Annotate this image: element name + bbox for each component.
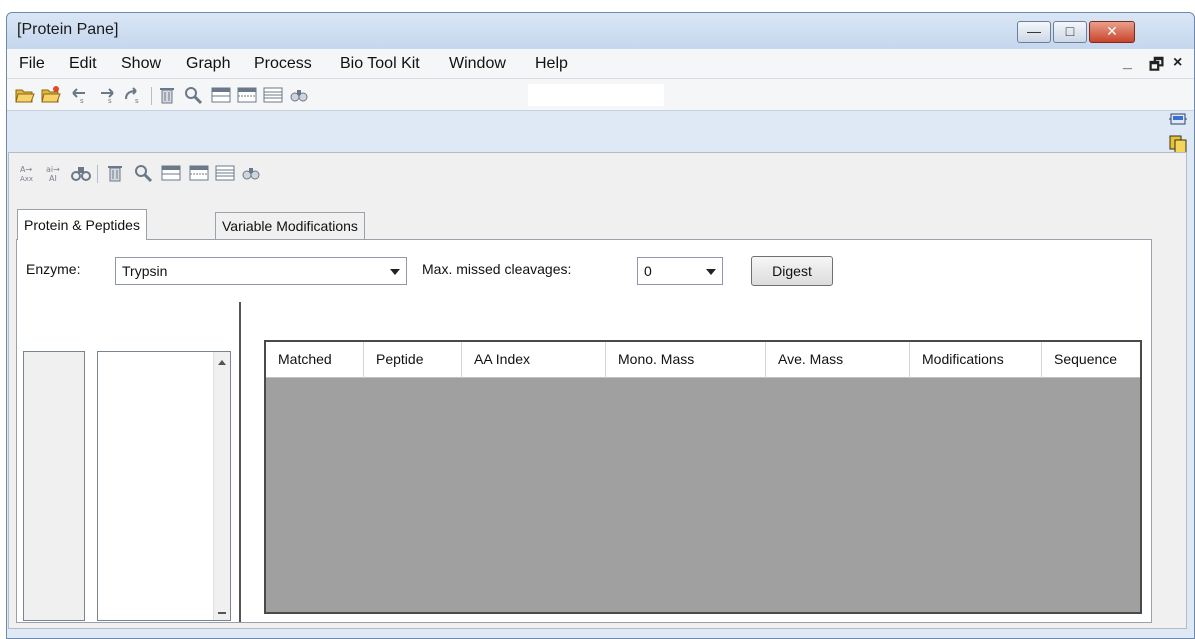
col-matched[interactable]: Matched: [266, 342, 364, 378]
protein-index-list[interactable]: [23, 351, 85, 621]
splitter[interactable]: [239, 302, 241, 622]
enzyme-value: Trypsin: [122, 263, 168, 279]
chevron-down-icon: [390, 269, 400, 275]
scroll-up-icon[interactable]: [217, 358, 227, 366]
col-peptide[interactable]: Peptide: [364, 342, 462, 378]
table-icon[interactable]: [161, 163, 181, 183]
menu-graph[interactable]: Graph: [186, 55, 230, 73]
peptide-grid[interactable]: Matched Peptide AA Index Mono. Mass Ave.…: [264, 340, 1142, 614]
grid-header: Matched Peptide AA Index Mono. Mass Ave.…: [266, 342, 1140, 378]
table-icon[interactable]: [211, 85, 231, 105]
binoculars-icon[interactable]: [289, 85, 309, 105]
table-lines-icon[interactable]: [263, 85, 283, 105]
mdi-minimize-icon[interactable]: _: [1123, 54, 1132, 72]
svg-text:s: s: [108, 97, 112, 105]
properties-icon[interactable]: [1167, 109, 1189, 131]
menu-file[interactable]: File: [19, 55, 45, 73]
svg-text:s: s: [135, 97, 139, 105]
toolbar-separator: [151, 87, 152, 105]
svg-text:s: s: [80, 97, 84, 105]
toolbar-search-input[interactable]: [527, 83, 665, 107]
open-folder-icon[interactable]: [15, 85, 35, 105]
svg-text:A→: A→: [20, 165, 32, 174]
redo-all-icon[interactable]: s: [123, 85, 143, 105]
toolbar-separator: [97, 165, 98, 183]
open-folder-star-icon[interactable]: [41, 85, 61, 105]
table-lines-icon[interactable]: [215, 163, 235, 183]
missed-cleavages-select[interactable]: 0: [637, 257, 723, 285]
title-bar[interactable]: [Protein Pane] ― □ ✕: [7, 13, 1194, 49]
close-icon: ✕: [1106, 23, 1118, 39]
enzyme-label: Enzyme:: [26, 261, 81, 277]
digest-button[interactable]: Digest: [751, 256, 833, 286]
close-button[interactable]: ✕: [1089, 21, 1135, 43]
enzyme-select[interactable]: Trypsin: [115, 257, 407, 285]
scroll-down-icon[interactable]: [218, 612, 226, 614]
minimize-icon: ―: [1027, 23, 1041, 39]
svg-text:AI: AI: [49, 174, 57, 183]
redo-icon[interactable]: s: [97, 85, 117, 105]
magnify-icon[interactable]: [183, 85, 203, 105]
aa-arrow-icon[interactable]: A→ Axx: [19, 163, 39, 183]
trash-icon[interactable]: [105, 163, 125, 183]
menu-show[interactable]: Show: [121, 55, 161, 73]
missed-cleavages-value: 0: [644, 263, 652, 279]
main-toolbar: s s s: [7, 79, 1194, 111]
menu-edit[interactable]: Edit: [69, 55, 97, 73]
menu-bar: File Edit Show Graph Process Bio Tool Ki…: [7, 49, 1194, 79]
missed-cleavages-label: Max. missed cleavages:: [422, 261, 572, 277]
minimize-button[interactable]: ―: [1017, 21, 1051, 43]
menu-bio-tool-kit[interactable]: Bio Tool Kit: [340, 55, 420, 73]
ai-arrow-icon[interactable]: ai→ AI: [45, 163, 65, 183]
binoculars-small-icon[interactable]: [241, 163, 261, 183]
col-ave-mass[interactable]: Ave. Mass: [766, 342, 910, 378]
trash-icon[interactable]: [157, 85, 177, 105]
window-title: [Protein Pane]: [17, 21, 119, 38]
menu-process[interactable]: Process: [254, 55, 312, 73]
col-mono-mass[interactable]: Mono. Mass: [606, 342, 766, 378]
table-icon[interactable]: [189, 163, 209, 183]
magnify-icon[interactable]: [133, 163, 153, 183]
protein-list[interactable]: [97, 351, 231, 621]
vertical-scrollbar[interactable]: [213, 352, 230, 620]
tab-protein-peptides[interactable]: Protein & Peptides: [17, 209, 147, 240]
menu-window[interactable]: Window: [449, 55, 506, 73]
col-aa-index[interactable]: AA Index: [462, 342, 606, 378]
svg-text:Axx: Axx: [20, 175, 33, 183]
mdi-restore-icon[interactable]: 🗗: [1149, 54, 1164, 81]
maximize-icon: □: [1065, 23, 1075, 39]
menu-help[interactable]: Help: [535, 55, 568, 73]
binoculars-icon[interactable]: [71, 163, 91, 183]
col-sequence[interactable]: Sequence: [1042, 342, 1140, 378]
tab-variable-modifications[interactable]: Variable Modifications: [215, 212, 365, 239]
maximize-button[interactable]: □: [1053, 21, 1087, 43]
mdi-close-icon[interactable]: ×: [1173, 54, 1182, 72]
svg-text:ai→: ai→: [46, 165, 60, 174]
pane-toolbar: A→ Axx ai→ AI: [9, 153, 1186, 187]
col-modifications[interactable]: Modifications: [910, 342, 1042, 378]
undo-icon[interactable]: s: [69, 85, 89, 105]
table-icon[interactable]: [237, 85, 257, 105]
chevron-down-icon: [706, 269, 716, 275]
